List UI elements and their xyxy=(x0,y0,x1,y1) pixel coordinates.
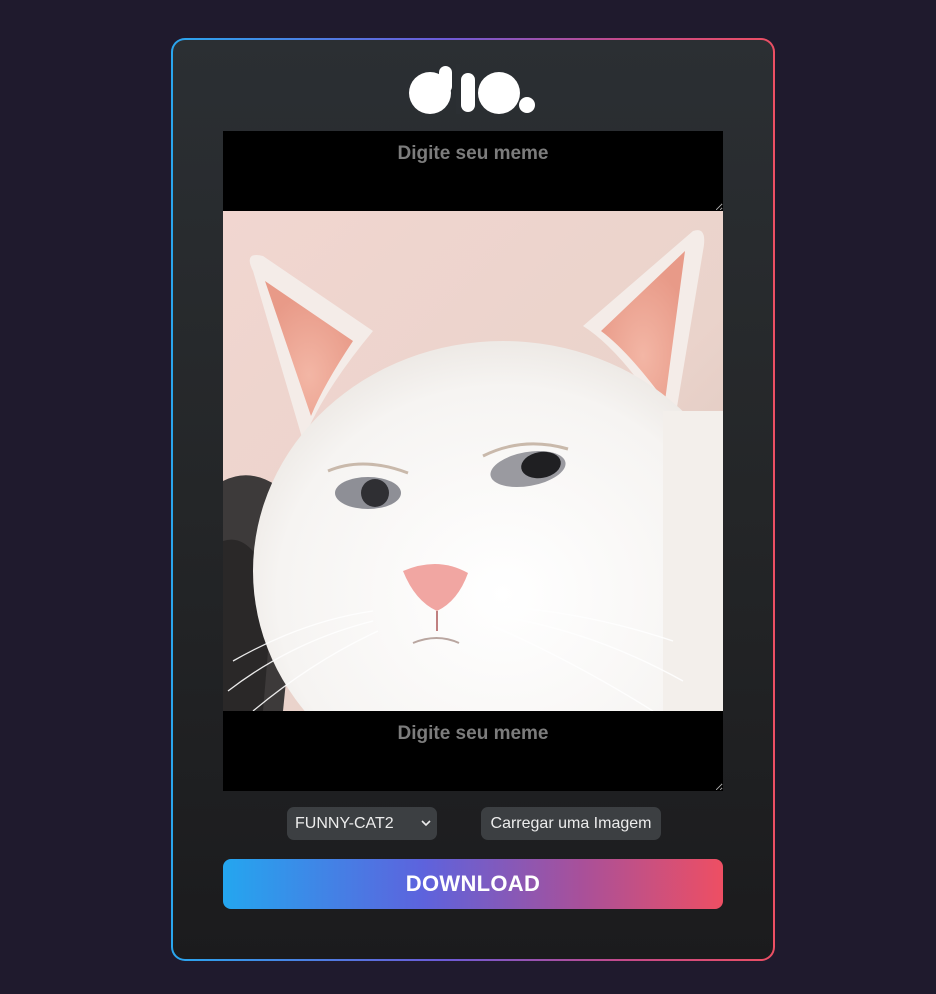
bottom-text-input[interactable] xyxy=(223,711,723,791)
image-select-wrapper: FUNNY-CAT2 xyxy=(287,807,437,840)
dio-logo xyxy=(409,64,535,114)
meme-generator-card-border: FUNNY-CAT2 Carregar uma Imagem DOWNLOAD xyxy=(171,38,775,961)
image-select[interactable]: FUNNY-CAT2 xyxy=(287,807,437,840)
download-button[interactable]: DOWNLOAD xyxy=(223,859,723,909)
meme-generator-card: FUNNY-CAT2 Carregar uma Imagem DOWNLOAD xyxy=(173,40,773,959)
cat-photo xyxy=(223,211,723,711)
top-text-input[interactable] xyxy=(223,131,723,211)
meme-image xyxy=(223,211,723,711)
upload-image-button[interactable]: Carregar uma Imagem xyxy=(481,807,661,840)
